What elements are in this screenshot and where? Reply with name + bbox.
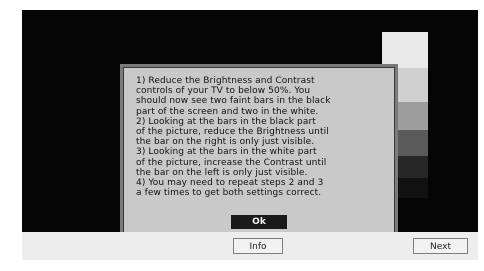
ok-button[interactable]: Ok [231, 215, 287, 229]
next-button[interactable]: Next [413, 238, 468, 254]
calibration-dialog: 1) Reduce the Brightness and Contrast co… [120, 64, 398, 236]
test-pattern-screen: 1) Reduce the Brightness and Contrast co… [22, 10, 478, 258]
instructions-text: 1) Reduce the Brightness and Contrast co… [136, 76, 331, 199]
info-button[interactable]: Info [233, 238, 283, 254]
grayscale-bar-white [382, 32, 428, 68]
